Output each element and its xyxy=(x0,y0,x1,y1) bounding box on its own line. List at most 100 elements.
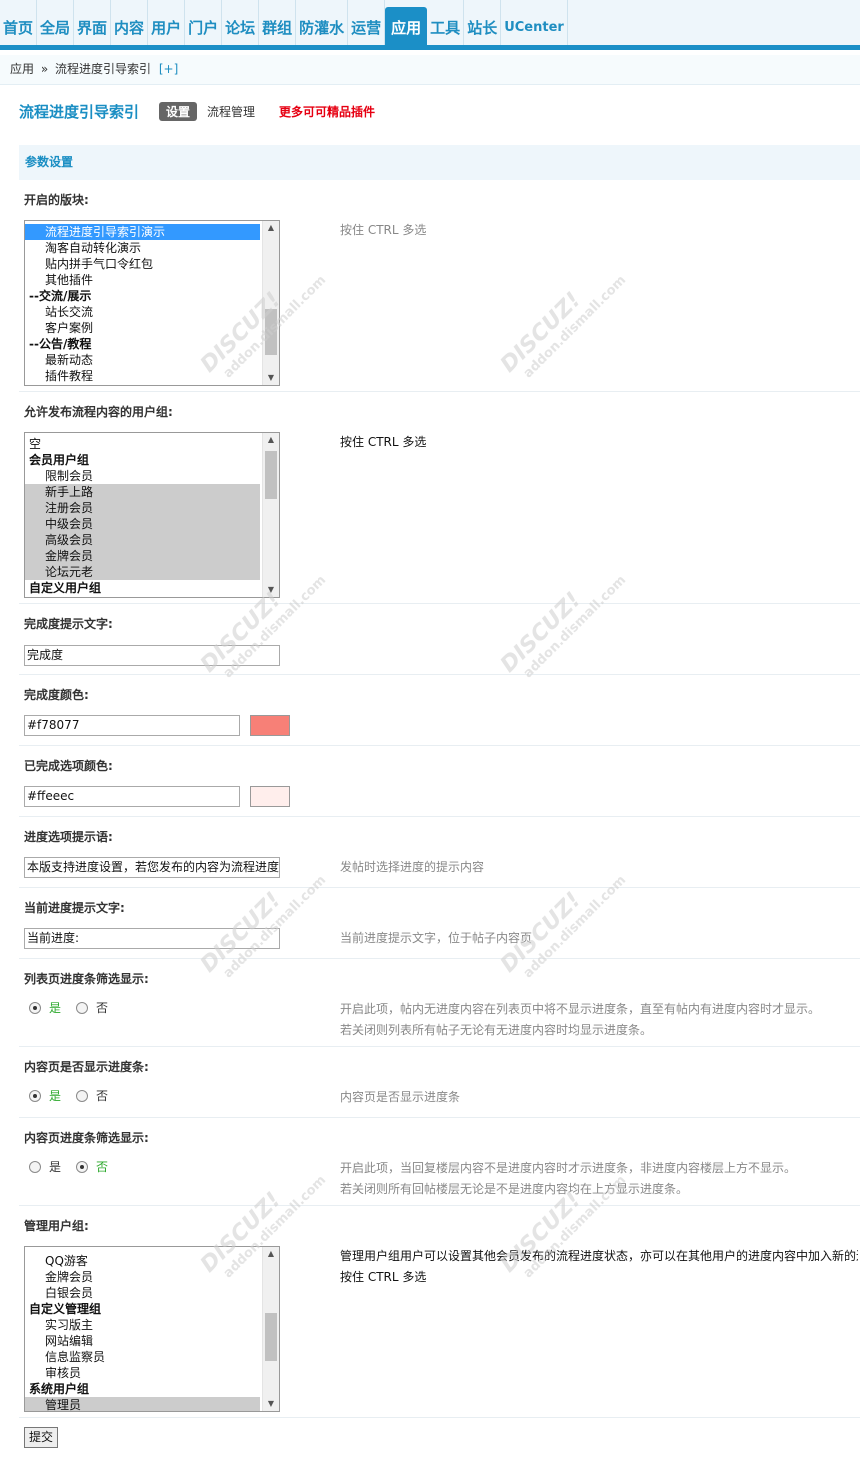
list-option[interactable]: 金牌会员 xyxy=(25,548,260,564)
scroll-down-icon[interactable]: ▼ xyxy=(263,1397,279,1411)
done-color-input[interactable]: #ffeeec xyxy=(24,786,240,807)
list-option[interactable]: 中级会员 xyxy=(25,516,260,532)
list-option[interactable]: 实习版主 xyxy=(25,1317,260,1333)
content-filter-yes-radio[interactable]: 是 xyxy=(29,1158,61,1175)
current-tip-hint: 当前进度提示文字，位于帖子内容页 xyxy=(340,931,533,945)
tab-process-management[interactable]: 流程管理 xyxy=(207,103,255,120)
list-option[interactable]: 站长交流 xyxy=(25,304,260,320)
radio-label[interactable]: 是 xyxy=(49,1087,61,1104)
radio-icon[interactable] xyxy=(29,1001,41,1014)
nav-item-10[interactable]: 应用 xyxy=(385,7,428,45)
nav-item-6[interactable]: 论坛 xyxy=(222,0,260,45)
tip-line: 开启此项，当回复楼层内容不是进度内容时才示进度条，非进度内容楼层上方不显示。 xyxy=(340,1161,797,1175)
admin-groups-scrollbar[interactable]: ▲ ▼ xyxy=(262,1247,279,1411)
list-option[interactable]: 空 xyxy=(25,436,260,452)
progress-color-swatch[interactable] xyxy=(250,715,290,736)
nav-item-8[interactable]: 防灌水 xyxy=(296,0,349,45)
tab-settings[interactable]: 设置 xyxy=(159,101,198,121)
list-option[interactable]: 论坛元老 xyxy=(25,564,260,580)
list-option[interactable]: 网站编辑 xyxy=(25,1333,260,1349)
add-shortcut-link[interactable]: [+] xyxy=(159,62,178,76)
list-option[interactable]: 插件教程 xyxy=(25,368,260,384)
radio-label[interactable]: 否 xyxy=(96,1087,108,1104)
list-option: 自定义管理组 xyxy=(29,1302,102,1316)
list-filter-no-radio[interactable]: 否 xyxy=(76,999,108,1016)
nav-item-4[interactable]: 用户 xyxy=(148,0,186,45)
watermark-logo-icon: DISCUZ! addon.dismall.com xyxy=(496,572,630,682)
nav-item-2[interactable]: 界面 xyxy=(74,0,112,45)
tip-line: 若关闭则所有回帖楼层无论是不是进度内容均在上方显示进度条。 xyxy=(340,1182,689,1196)
content-filter-label: 内容页进度条筛选显示: xyxy=(24,1131,149,1145)
post-groups-scrollbar[interactable]: ▲ ▼ xyxy=(262,433,279,597)
list-option[interactable]: 高级会员 xyxy=(25,532,260,548)
forums-multiselect[interactable]: 流程进度引导索引演示 淘客自动转化演示 贴内拼手气口令红包 其他插件 --交流/展示 站长… xyxy=(24,220,280,386)
list-option[interactable]: 注册会员 xyxy=(25,500,260,516)
breadcrumb-current: 流程进度引导索引 xyxy=(55,62,152,76)
list-option[interactable]: 金牌会员 xyxy=(25,1269,260,1285)
radio-icon[interactable] xyxy=(76,1160,88,1173)
row-divider xyxy=(19,391,860,392)
list-option[interactable]: 贴内拼手气口令红包 xyxy=(25,256,260,272)
tip-line: 按住 CTRL 多选 xyxy=(340,1270,427,1284)
more-plugins-link[interactable]: 更多可可精品插件 xyxy=(279,103,375,120)
list-option[interactable]: 审核员 xyxy=(25,1365,260,1381)
list-option[interactable]: 限制会员 xyxy=(25,468,260,484)
radio-label[interactable]: 是 xyxy=(49,999,61,1016)
option-tip-hint: 发帖时选择进度的提示内容 xyxy=(340,860,485,874)
content-filter-tip: 开启此项，当回复楼层内容不是进度内容时才示进度条，非进度内容楼层上方不显示。 若… xyxy=(340,1158,796,1200)
content-show-yes-radio[interactable]: 是 xyxy=(29,1087,61,1104)
scroll-thumb[interactable] xyxy=(265,451,277,499)
tip-line: 管理用户组用户可以设置其他会员发布的流程进度状态，亦可以在其他用户的进度内容中加… xyxy=(340,1249,858,1263)
done-color-swatch[interactable] xyxy=(250,786,290,807)
nav-item-7[interactable]: 群组 xyxy=(259,0,297,45)
scroll-up-icon[interactable]: ▲ xyxy=(263,221,279,235)
progress-text-input[interactable]: 完成度 xyxy=(24,645,280,666)
scroll-down-icon[interactable]: ▼ xyxy=(263,583,279,597)
list-option: 系统用户组 xyxy=(29,1382,90,1396)
list-option[interactable]: 最新动态 xyxy=(25,352,260,368)
scroll-up-icon[interactable]: ▲ xyxy=(263,1247,279,1261)
radio-icon[interactable] xyxy=(76,1089,88,1102)
list-option[interactable]: QQ游客 xyxy=(25,1253,260,1269)
list-option[interactable]: 管理员 xyxy=(25,1397,260,1411)
top-navigation: 首页 全局 界面 内容 用户 门户 论坛 群组 防灌水 运营 应用 工具 站长 UCenter xyxy=(0,0,860,50)
nav-item-5[interactable]: 门户 xyxy=(185,0,223,45)
post-groups-tip: 按住 CTRL 多选 xyxy=(340,435,427,449)
nav-item-1[interactable]: 全局 xyxy=(37,0,75,45)
nav-item-12[interactable]: 站长 xyxy=(464,0,502,45)
page-title: 流程进度引导索引 xyxy=(19,102,140,121)
list-option[interactable]: 流程进度引导索引演示 xyxy=(25,224,260,240)
current-tip-input[interactable]: 当前进度: xyxy=(24,928,280,949)
option-tip-input[interactable]: 本版支持进度设置，若您发布的内容为流程进度 xyxy=(24,857,280,878)
admin-groups-multiselect[interactable]: QQ游客 金牌会员 白银会员 自定义管理组 实习版主 网站编辑 信息监察员 审核员 系统用户组管… xyxy=(24,1246,280,1412)
submit-button[interactable]: 提交 xyxy=(24,1427,59,1448)
scroll-thumb[interactable] xyxy=(265,309,277,355)
nav-item-3[interactable]: 内容 xyxy=(111,0,149,45)
list-option[interactable]: 淘客自动转化演示 xyxy=(25,240,260,256)
radio-icon[interactable] xyxy=(76,1001,88,1014)
list-option[interactable]: 其他插件 xyxy=(25,272,260,288)
progress-color-input[interactable]: #f78077 xyxy=(24,715,240,736)
nav-item-13[interactable]: UCenter xyxy=(501,0,568,45)
list-option[interactable]: 新手上路 xyxy=(25,484,260,500)
list-option[interactable]: 信息监察员 xyxy=(25,1349,260,1365)
list-option[interactable]: 白银会员 xyxy=(25,1285,260,1301)
scroll-thumb[interactable] xyxy=(265,1313,277,1361)
forums-scrollbar[interactable]: ▲ ▼ xyxy=(262,221,279,385)
nav-item-0[interactable]: 首页 xyxy=(0,0,38,45)
list-option[interactable]: 客户案例 xyxy=(25,320,260,336)
list-filter-yes-radio[interactable]: 是 xyxy=(29,999,61,1016)
scroll-down-icon[interactable]: ▼ xyxy=(263,371,279,385)
radio-label[interactable]: 否 xyxy=(96,1158,108,1175)
content-show-no-radio[interactable]: 否 xyxy=(76,1087,108,1104)
radio-icon[interactable] xyxy=(29,1089,41,1102)
nav-item-11[interactable]: 工具 xyxy=(427,0,465,45)
content-filter-no-radio[interactable]: 否 xyxy=(76,1158,108,1175)
post-groups-multiselect[interactable]: 空会员用户组 限制会员 新手上路 注册会员 中级会员 高级会员 金牌会员 论坛元老 自定义用户组… xyxy=(24,432,280,598)
scroll-up-icon[interactable]: ▲ xyxy=(263,433,279,447)
breadcrumb-root[interactable]: 应用 xyxy=(10,62,34,76)
radio-label[interactable]: 是 xyxy=(49,1158,61,1175)
radio-label[interactable]: 否 xyxy=(96,999,108,1016)
nav-item-9[interactable]: 运营 xyxy=(348,0,386,45)
radio-icon[interactable] xyxy=(29,1160,41,1173)
